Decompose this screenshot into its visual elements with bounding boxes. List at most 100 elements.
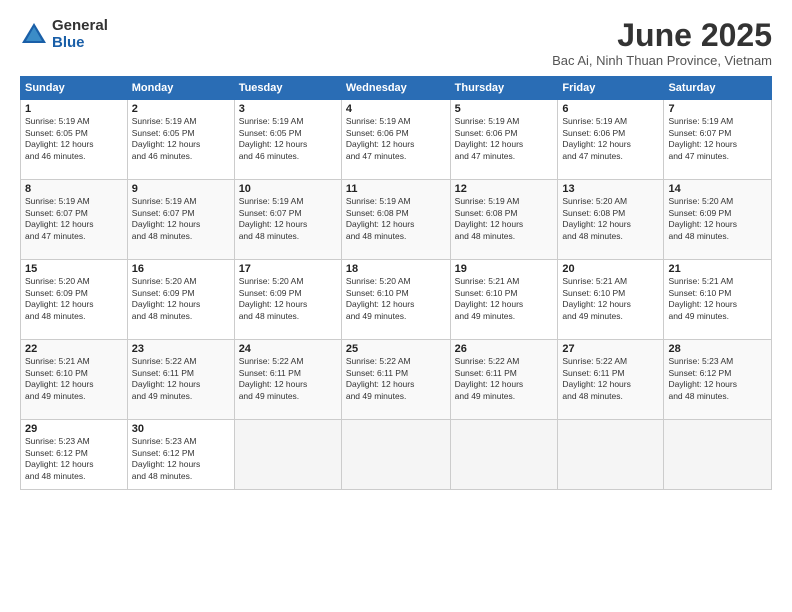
table-row: 13Sunrise: 5:20 AMSunset: 6:08 PMDayligh… (558, 180, 664, 260)
day-info: Sunrise: 5:20 AMSunset: 6:10 PMDaylight:… (346, 276, 446, 322)
day-info: Sunrise: 5:19 AMSunset: 6:07 PMDaylight:… (239, 196, 337, 242)
day-info: Sunrise: 5:23 AMSunset: 6:12 PMDaylight:… (25, 436, 123, 482)
day-info: Sunrise: 5:21 AMSunset: 6:10 PMDaylight:… (668, 276, 767, 322)
table-row: 4Sunrise: 5:19 AMSunset: 6:06 PMDaylight… (341, 100, 450, 180)
page: General Blue June 2025 Bac Ai, Ninh Thua… (0, 0, 792, 612)
table-row (558, 420, 664, 490)
calendar-week-3: 15Sunrise: 5:20 AMSunset: 6:09 PMDayligh… (21, 260, 772, 340)
table-row: 11Sunrise: 5:19 AMSunset: 6:08 PMDayligh… (341, 180, 450, 260)
calendar-week-2: 8Sunrise: 5:19 AMSunset: 6:07 PMDaylight… (21, 180, 772, 260)
day-info: Sunrise: 5:20 AMSunset: 6:09 PMDaylight:… (132, 276, 230, 322)
calendar-title: June 2025 (552, 18, 772, 53)
col-friday: Friday (558, 77, 664, 100)
day-info: Sunrise: 5:20 AMSunset: 6:09 PMDaylight:… (25, 276, 123, 322)
table-row: 18Sunrise: 5:20 AMSunset: 6:10 PMDayligh… (341, 260, 450, 340)
day-info: Sunrise: 5:20 AMSunset: 6:09 PMDaylight:… (668, 196, 767, 242)
day-info: Sunrise: 5:19 AMSunset: 6:06 PMDaylight:… (346, 116, 446, 162)
day-info: Sunrise: 5:19 AMSunset: 6:07 PMDaylight:… (25, 196, 123, 242)
day-number: 11 (346, 183, 446, 195)
col-thursday: Thursday (450, 77, 558, 100)
day-info: Sunrise: 5:21 AMSunset: 6:10 PMDaylight:… (25, 356, 123, 402)
day-info: Sunrise: 5:20 AMSunset: 6:08 PMDaylight:… (562, 196, 659, 242)
table-row: 9Sunrise: 5:19 AMSunset: 6:07 PMDaylight… (127, 180, 234, 260)
day-number: 18 (346, 263, 446, 275)
day-number: 22 (25, 343, 123, 355)
day-info: Sunrise: 5:22 AMSunset: 6:11 PMDaylight:… (132, 356, 230, 402)
day-info: Sunrise: 5:19 AMSunset: 6:06 PMDaylight:… (562, 116, 659, 162)
logo-text: General Blue (52, 18, 108, 51)
calendar-subtitle: Bac Ai, Ninh Thuan Province, Vietnam (552, 53, 772, 68)
table-row: 2Sunrise: 5:19 AMSunset: 6:05 PMDaylight… (127, 100, 234, 180)
day-number: 9 (132, 183, 230, 195)
table-row: 29Sunrise: 5:23 AMSunset: 6:12 PMDayligh… (21, 420, 128, 490)
table-row: 14Sunrise: 5:20 AMSunset: 6:09 PMDayligh… (664, 180, 772, 260)
logo-icon (20, 21, 48, 49)
table-row (341, 420, 450, 490)
table-row: 1Sunrise: 5:19 AMSunset: 6:05 PMDaylight… (21, 100, 128, 180)
day-number: 14 (668, 183, 767, 195)
table-row: 22Sunrise: 5:21 AMSunset: 6:10 PMDayligh… (21, 340, 128, 420)
calendar-header: Sunday Monday Tuesday Wednesday Thursday… (21, 77, 772, 100)
day-number: 12 (455, 183, 554, 195)
day-info: Sunrise: 5:19 AMSunset: 6:08 PMDaylight:… (346, 196, 446, 242)
calendar-body: 1Sunrise: 5:19 AMSunset: 6:05 PMDaylight… (21, 100, 772, 490)
table-row: 27Sunrise: 5:22 AMSunset: 6:11 PMDayligh… (558, 340, 664, 420)
table-row: 12Sunrise: 5:19 AMSunset: 6:08 PMDayligh… (450, 180, 558, 260)
day-info: Sunrise: 5:22 AMSunset: 6:11 PMDaylight:… (455, 356, 554, 402)
day-info: Sunrise: 5:20 AMSunset: 6:09 PMDaylight:… (239, 276, 337, 322)
day-number: 21 (668, 263, 767, 275)
table-row (234, 420, 341, 490)
day-number: 26 (455, 343, 554, 355)
day-number: 8 (25, 183, 123, 195)
day-info: Sunrise: 5:19 AMSunset: 6:05 PMDaylight:… (25, 116, 123, 162)
logo: General Blue (20, 18, 108, 51)
day-number: 30 (132, 423, 230, 435)
table-row (664, 420, 772, 490)
table-row: 20Sunrise: 5:21 AMSunset: 6:10 PMDayligh… (558, 260, 664, 340)
day-info: Sunrise: 5:21 AMSunset: 6:10 PMDaylight:… (455, 276, 554, 322)
day-number: 23 (132, 343, 230, 355)
table-row: 10Sunrise: 5:19 AMSunset: 6:07 PMDayligh… (234, 180, 341, 260)
table-row: 8Sunrise: 5:19 AMSunset: 6:07 PMDaylight… (21, 180, 128, 260)
day-number: 27 (562, 343, 659, 355)
day-number: 24 (239, 343, 337, 355)
day-info: Sunrise: 5:19 AMSunset: 6:07 PMDaylight:… (132, 196, 230, 242)
day-number: 10 (239, 183, 337, 195)
table-row: 3Sunrise: 5:19 AMSunset: 6:05 PMDaylight… (234, 100, 341, 180)
col-wednesday: Wednesday (341, 77, 450, 100)
day-number: 16 (132, 263, 230, 275)
day-number: 13 (562, 183, 659, 195)
table-row: 28Sunrise: 5:23 AMSunset: 6:12 PMDayligh… (664, 340, 772, 420)
day-number: 28 (668, 343, 767, 355)
day-number: 4 (346, 103, 446, 115)
day-number: 25 (346, 343, 446, 355)
day-info: Sunrise: 5:23 AMSunset: 6:12 PMDaylight:… (132, 436, 230, 482)
day-number: 1 (25, 103, 123, 115)
calendar-week-4: 22Sunrise: 5:21 AMSunset: 6:10 PMDayligh… (21, 340, 772, 420)
day-info: Sunrise: 5:19 AMSunset: 6:08 PMDaylight:… (455, 196, 554, 242)
day-number: 2 (132, 103, 230, 115)
day-info: Sunrise: 5:19 AMSunset: 6:05 PMDaylight:… (132, 116, 230, 162)
day-info: Sunrise: 5:19 AMSunset: 6:07 PMDaylight:… (668, 116, 767, 162)
day-number: 6 (562, 103, 659, 115)
day-info: Sunrise: 5:19 AMSunset: 6:05 PMDaylight:… (239, 116, 337, 162)
table-row: 5Sunrise: 5:19 AMSunset: 6:06 PMDaylight… (450, 100, 558, 180)
day-number: 17 (239, 263, 337, 275)
day-number: 20 (562, 263, 659, 275)
table-row: 19Sunrise: 5:21 AMSunset: 6:10 PMDayligh… (450, 260, 558, 340)
logo-general: General (52, 18, 108, 35)
day-number: 15 (25, 263, 123, 275)
day-number: 7 (668, 103, 767, 115)
day-info: Sunrise: 5:23 AMSunset: 6:12 PMDaylight:… (668, 356, 767, 402)
calendar-week-5: 29Sunrise: 5:23 AMSunset: 6:12 PMDayligh… (21, 420, 772, 490)
table-row: 25Sunrise: 5:22 AMSunset: 6:11 PMDayligh… (341, 340, 450, 420)
table-row: 17Sunrise: 5:20 AMSunset: 6:09 PMDayligh… (234, 260, 341, 340)
title-block: June 2025 Bac Ai, Ninh Thuan Province, V… (552, 18, 772, 68)
table-row: 7Sunrise: 5:19 AMSunset: 6:07 PMDaylight… (664, 100, 772, 180)
logo-blue: Blue (52, 35, 108, 52)
table-row: 23Sunrise: 5:22 AMSunset: 6:11 PMDayligh… (127, 340, 234, 420)
table-row: 24Sunrise: 5:22 AMSunset: 6:11 PMDayligh… (234, 340, 341, 420)
day-info: Sunrise: 5:19 AMSunset: 6:06 PMDaylight:… (455, 116, 554, 162)
table-row: 30Sunrise: 5:23 AMSunset: 6:12 PMDayligh… (127, 420, 234, 490)
table-row: 15Sunrise: 5:20 AMSunset: 6:09 PMDayligh… (21, 260, 128, 340)
